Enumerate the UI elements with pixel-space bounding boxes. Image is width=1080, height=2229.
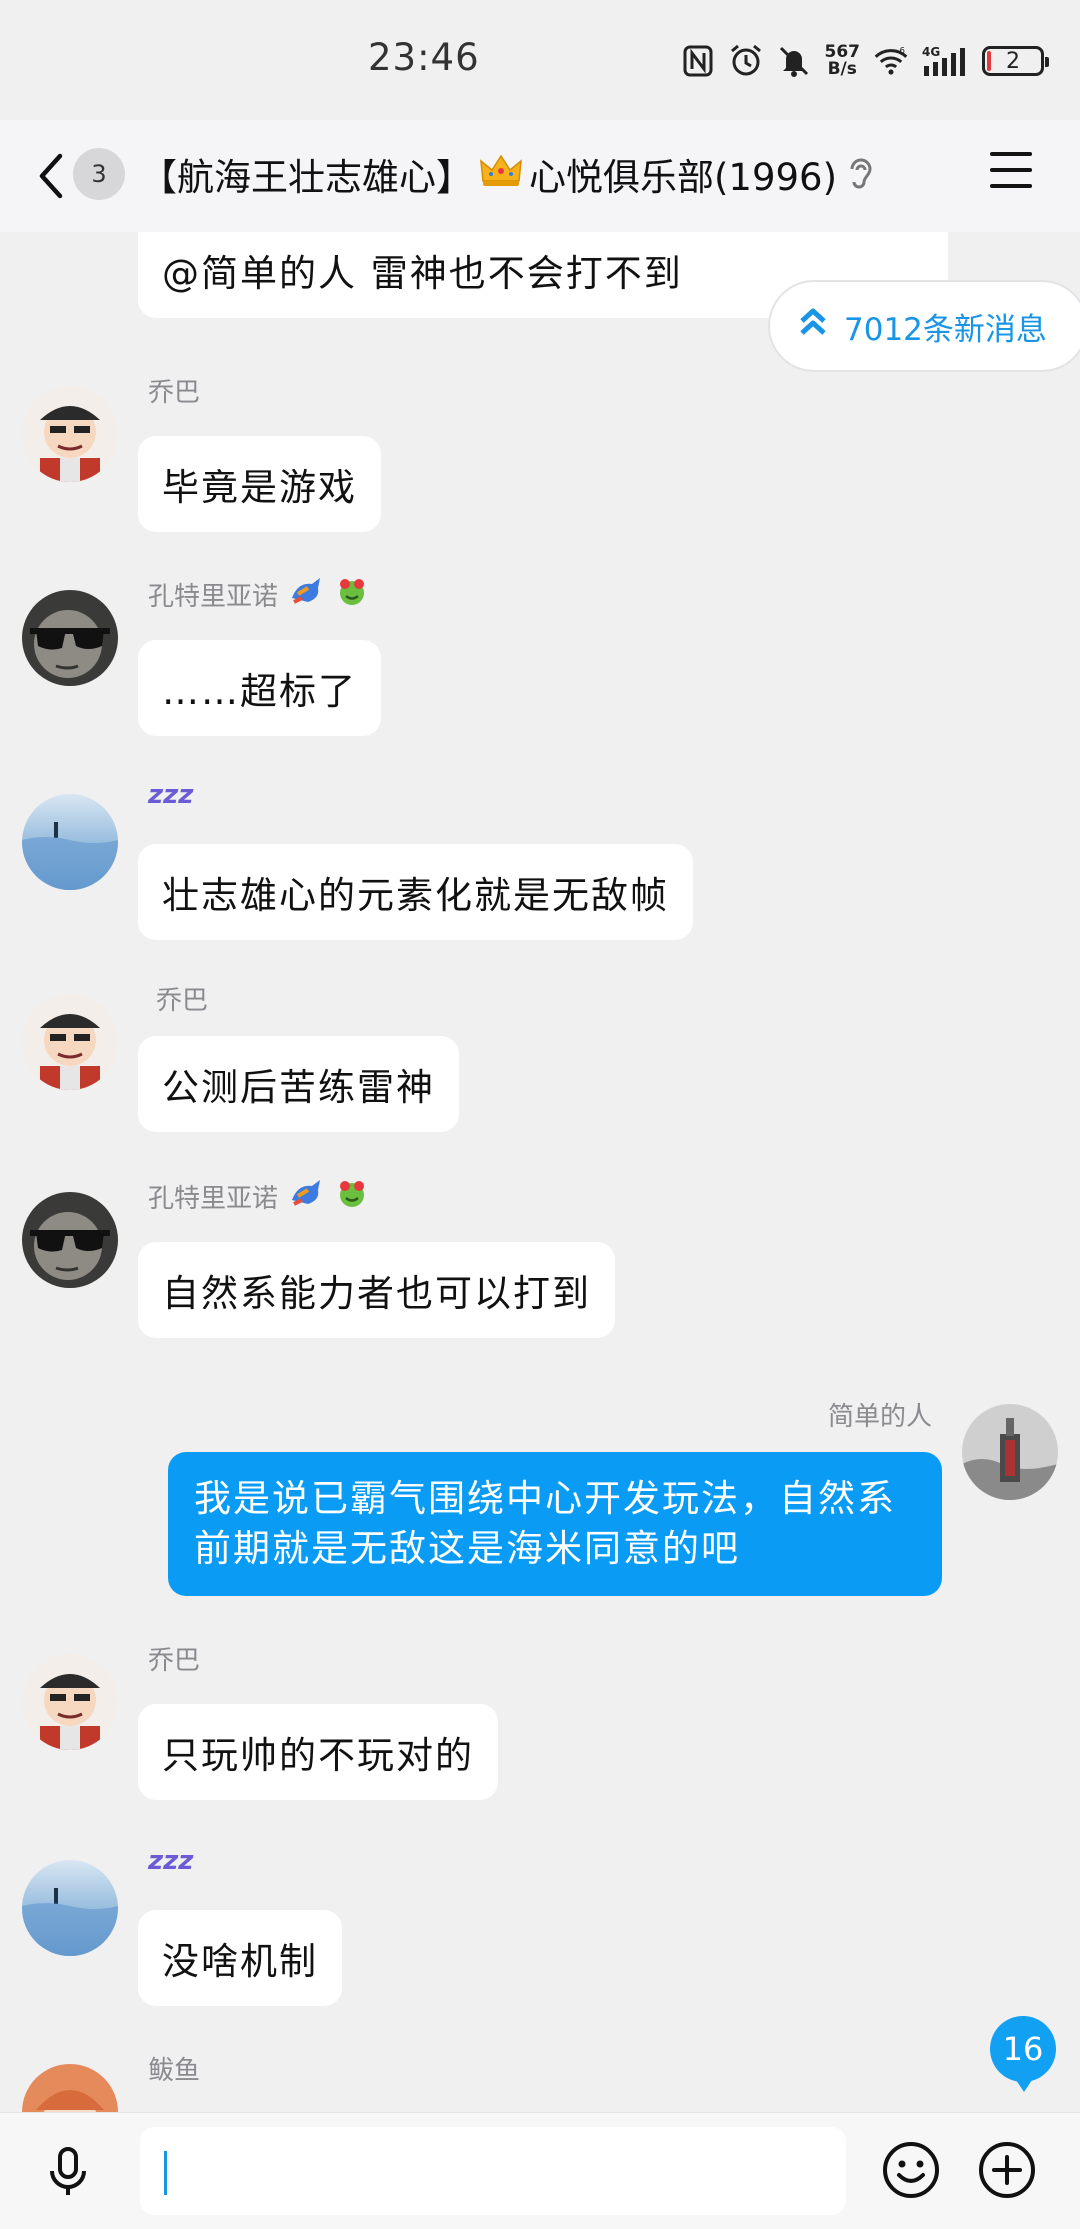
alarm-icon <box>729 44 763 78</box>
sender-name: 孔特里亚诺 <box>148 582 279 612</box>
battery-level <box>987 51 991 71</box>
nfc-icon <box>681 44 715 78</box>
sender-name: 乔巴 <box>156 986 209 1016</box>
net-speed-unit: B/s <box>827 59 857 79</box>
status-icons: 567 B/s 6 4G 2 <box>681 36 1049 86</box>
message-input[interactable] <box>140 2127 846 2215</box>
frog-badge-icon <box>334 1178 370 1215</box>
smiley-icon <box>883 2142 939 2198</box>
signal-icon: 4G <box>922 44 968 78</box>
menu-line <box>990 184 1032 188</box>
sender-name: 孔特里亚诺 <box>148 1184 279 1214</box>
sender-name: zzz <box>148 780 194 810</box>
more-button[interactable] <box>976 2139 1038 2201</box>
sender-name: 乔巴 <box>148 1646 201 1676</box>
avatar-sunglasses[interactable] <box>22 1192 118 1288</box>
battery-icon: 2 <box>982 46 1049 76</box>
input-bar <box>0 2112 1080 2229</box>
message-bubble-self[interactable]: 我是说已霸气围绕中心开发玩法，自然系前期就是无敌这是海米同意的吧 <box>168 1452 942 1596</box>
back-button[interactable] <box>30 148 78 204</box>
chevron-left-icon <box>39 153 63 199</box>
crown-icon <box>479 153 523 196</box>
sender-name-row: 孔特里亚诺 <box>148 1178 370 1215</box>
message-bubble[interactable]: 自然系能力者也可以打到 <box>138 1242 615 1338</box>
wifi-icon: 6 <box>874 44 908 78</box>
message-bubble[interactable]: 没啥机制 <box>138 1910 342 2006</box>
menu-button[interactable] <box>990 152 1032 192</box>
avatar-chopper[interactable] <box>22 1654 118 1750</box>
frog-badge-icon <box>334 576 370 613</box>
avatar-chopper[interactable] <box>22 994 118 1090</box>
sim-number: 6 <box>900 46 905 56</box>
chat-title[interactable]: 【航海王壮志雄心】 心悦俱乐部(1996) <box>140 148 837 200</box>
sender-name: 鲅鱼 <box>148 2056 201 2086</box>
status-bar: 23:46 567 B/s 6 4G 2 <box>0 0 1080 120</box>
emoji-button[interactable] <box>880 2139 942 2201</box>
chat-title-part1: 【航海王壮志雄心】 <box>140 156 473 199</box>
bird-badge-icon <box>288 1178 324 1215</box>
microphone-icon <box>50 2147 86 2195</box>
double-chevron-up-icon <box>798 305 828 347</box>
avatar-sea[interactable] <box>22 1860 118 1956</box>
new-messages-label: 7012条新消息 <box>844 311 1047 348</box>
message-bubble[interactable]: 只玩帅的不玩对的 <box>138 1704 498 1800</box>
battery-level-text: 2 <box>1006 48 1020 74</box>
text-cursor <box>164 2151 167 2195</box>
avatar-self[interactable] <box>962 1404 1058 1500</box>
sender-name: zzz <box>148 1846 194 1876</box>
message-bubble[interactable]: 公测后苦练雷神 <box>138 1036 459 1132</box>
sender-name-row: 孔特里亚诺 <box>148 576 370 613</box>
message-bubble[interactable]: 壮志雄心的元素化就是无敌帧 <box>138 844 693 940</box>
menu-line <box>990 168 1032 172</box>
avatar-chopper[interactable] <box>22 386 118 482</box>
new-messages-button[interactable]: 7012条新消息 <box>768 280 1080 372</box>
ear-icon[interactable] <box>846 155 874 197</box>
mute-icon <box>777 44 811 78</box>
chat-title-part2: 心悦俱乐部(1996) <box>529 156 838 199</box>
message-bubble[interactable]: 毕竟是游戏 <box>138 436 381 532</box>
unread-mentions-badge[interactable]: 16 <box>990 2016 1056 2092</box>
avatar-orange-hair[interactable] <box>22 2064 118 2112</box>
voice-button[interactable] <box>40 2143 96 2199</box>
unread-count-badge[interactable]: 3 <box>73 148 125 200</box>
sender-name: 乔巴 <box>148 378 201 408</box>
network-type: 4G <box>922 45 940 59</box>
net-speed: 567 B/s <box>825 44 861 78</box>
avatar-sunglasses[interactable] <box>22 590 118 686</box>
message-bubble[interactable]: ……超标了 <box>138 640 381 736</box>
sender-name: 简单的人 <box>827 1402 932 1432</box>
bird-badge-icon <box>288 576 324 613</box>
clock: 23:46 <box>368 36 480 79</box>
plus-circle-icon <box>979 2142 1035 2198</box>
avatar-sea[interactable] <box>22 794 118 890</box>
message-list[interactable]: @简单的人 雷神也不会打不到 乔巴 毕竟是游戏 孔特里亚诺 ……超标了 zzz <box>0 232 1080 2112</box>
menu-line <box>990 152 1032 156</box>
